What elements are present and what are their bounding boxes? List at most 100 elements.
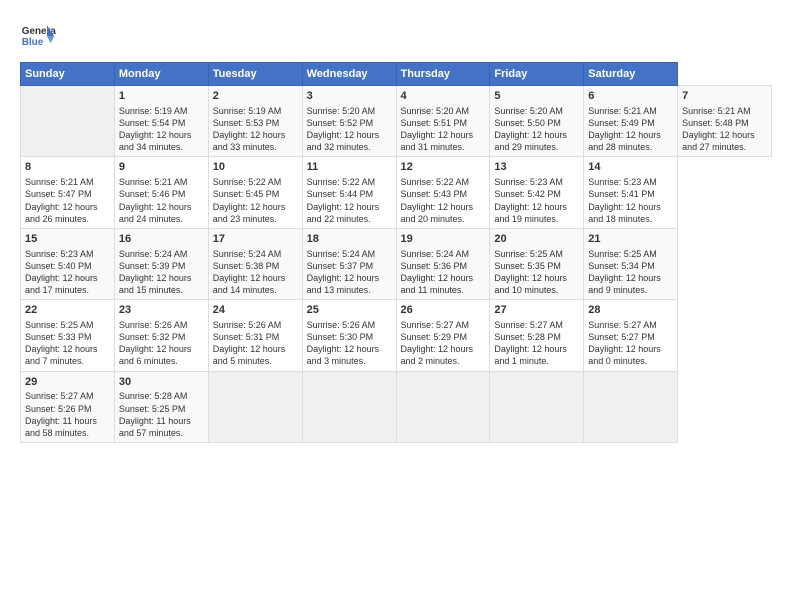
calendar-cell: 27Sunrise: 5:27 AMSunset: 5:28 PMDayligh… <box>490 300 584 371</box>
header-day-tuesday: Tuesday <box>208 63 302 86</box>
sunset: Sunset: 5:27 PM <box>588 332 655 342</box>
day-number: 1 <box>119 89 204 104</box>
sunset: Sunset: 5:25 PM <box>119 404 186 414</box>
sunset: Sunset: 5:46 PM <box>119 189 186 199</box>
daylight: Daylight: 11 hours and 58 minutes. <box>25 416 97 438</box>
daylight: Daylight: 12 hours and 7 minutes. <box>25 344 98 366</box>
header-day-sunday: Sunday <box>21 63 115 86</box>
day-number: 17 <box>213 232 298 247</box>
calendar-cell: 3Sunrise: 5:20 AMSunset: 5:52 PMDaylight… <box>302 86 396 157</box>
calendar-cell: 23Sunrise: 5:26 AMSunset: 5:32 PMDayligh… <box>114 300 208 371</box>
calendar-header-row: SundayMondayTuesdayWednesdayThursdayFrid… <box>21 63 772 86</box>
daylight: Daylight: 12 hours and 18 minutes. <box>588 202 661 224</box>
daylight: Daylight: 12 hours and 6 minutes. <box>119 344 192 366</box>
daylight: Daylight: 12 hours and 26 minutes. <box>25 202 98 224</box>
calendar-week-row: 15Sunrise: 5:23 AMSunset: 5:40 PMDayligh… <box>21 228 772 299</box>
sunrise: Sunrise: 5:24 AM <box>307 249 376 259</box>
calendar-cell <box>584 371 678 442</box>
calendar-cell: 14Sunrise: 5:23 AMSunset: 5:41 PMDayligh… <box>584 157 678 228</box>
daylight: Daylight: 12 hours and 20 minutes. <box>401 202 474 224</box>
calendar-week-row: 1 Sunrise: 5:19 AM Sunset: 5:54 PM Daylight… <box>21 86 772 157</box>
empty-cell <box>21 86 115 157</box>
daylight: Daylight: 12 hours and 31 minutes. <box>401 130 474 152</box>
sunset: Sunset: 5:33 PM <box>25 332 92 342</box>
calendar-cell: 5Sunrise: 5:20 AMSunset: 5:50 PMDaylight… <box>490 86 584 157</box>
calendar-cell: 15Sunrise: 5:23 AMSunset: 5:40 PMDayligh… <box>21 228 115 299</box>
day-number: 23 <box>119 303 204 318</box>
daylight: Daylight: 12 hours and 29 minutes. <box>494 130 567 152</box>
sunset: Sunset: 5:31 PM <box>213 332 280 342</box>
sunset: Sunset: 5:54 PM <box>119 118 186 128</box>
logo: General Blue <box>20 18 56 54</box>
sunset: Sunset: 5:44 PM <box>307 189 374 199</box>
day-number: 10 <box>213 160 298 175</box>
daylight: Daylight: 12 hours and 13 minutes. <box>307 273 380 295</box>
svg-text:Blue: Blue <box>22 37 44 48</box>
calendar-body: 1 Sunrise: 5:19 AM Sunset: 5:54 PM Daylight… <box>21 86 772 443</box>
sunset: Sunset: 5:43 PM <box>401 189 468 199</box>
day-number: 25 <box>307 303 392 318</box>
sunrise: Sunrise: 5:22 AM <box>401 177 470 187</box>
calendar-cell: 26Sunrise: 5:27 AMSunset: 5:29 PMDayligh… <box>396 300 490 371</box>
sunset: Sunset: 5:35 PM <box>494 261 561 271</box>
calendar-cell: 11Sunrise: 5:22 AMSunset: 5:44 PMDayligh… <box>302 157 396 228</box>
calendar-week-row: 22Sunrise: 5:25 AMSunset: 5:33 PMDayligh… <box>21 300 772 371</box>
daylight: Daylight: 12 hours and 32 minutes. <box>307 130 380 152</box>
header-day-wednesday: Wednesday <box>302 63 396 86</box>
header-day-monday: Monday <box>114 63 208 86</box>
daylight: Daylight: 12 hours and 34 minutes. <box>119 130 192 152</box>
calendar-cell: 4Sunrise: 5:20 AMSunset: 5:51 PMDaylight… <box>396 86 490 157</box>
sunset: Sunset: 5:40 PM <box>25 261 92 271</box>
sunset: Sunset: 5:30 PM <box>307 332 374 342</box>
sunrise: Sunrise: 5:23 AM <box>588 177 657 187</box>
calendar-cell: 6Sunrise: 5:21 AMSunset: 5:49 PMDaylight… <box>584 86 678 157</box>
day-number: 13 <box>494 160 579 175</box>
daylight: Daylight: 12 hours and 15 minutes. <box>119 273 192 295</box>
calendar-cell <box>208 371 302 442</box>
sunset: Sunset: 5:48 PM <box>682 118 749 128</box>
calendar-cell: 19Sunrise: 5:24 AMSunset: 5:36 PMDayligh… <box>396 228 490 299</box>
daylight: Daylight: 12 hours and 3 minutes. <box>307 344 380 366</box>
day-number: 27 <box>494 303 579 318</box>
day-number: 20 <box>494 232 579 247</box>
sunrise: Sunrise: 5:20 AM <box>307 106 376 116</box>
day-number: 16 <box>119 232 204 247</box>
calendar-cell: 21Sunrise: 5:25 AMSunset: 5:34 PMDayligh… <box>584 228 678 299</box>
sunrise: Sunrise: 5:24 AM <box>213 249 282 259</box>
daylight: Daylight: 12 hours and 27 minutes. <box>682 130 755 152</box>
daylight: Daylight: 12 hours and 28 minutes. <box>588 130 661 152</box>
daylight: Daylight: 12 hours and 10 minutes. <box>494 273 567 295</box>
daylight: Daylight: 12 hours and 0 minutes. <box>588 344 661 366</box>
calendar-cell: 17Sunrise: 5:24 AMSunset: 5:38 PMDayligh… <box>208 228 302 299</box>
day-number: 9 <box>119 160 204 175</box>
calendar-cell: 30Sunrise: 5:28 AMSunset: 5:25 PMDayligh… <box>114 371 208 442</box>
calendar-cell: 28Sunrise: 5:27 AMSunset: 5:27 PMDayligh… <box>584 300 678 371</box>
sunrise: Sunrise: 5:21 AM <box>682 106 751 116</box>
sunrise: Sunrise: 5:21 AM <box>588 106 657 116</box>
day-number: 2 <box>213 89 298 104</box>
calendar-cell: 18Sunrise: 5:24 AMSunset: 5:37 PMDayligh… <box>302 228 396 299</box>
daylight: Daylight: 12 hours and 1 minute. <box>494 344 567 366</box>
day-number: 24 <box>213 303 298 318</box>
sunrise: Sunrise: 5:27 AM <box>401 320 470 330</box>
daylight: Daylight: 11 hours and 57 minutes. <box>119 416 191 438</box>
sunset: Sunset: 5:37 PM <box>307 261 374 271</box>
daylight: Daylight: 12 hours and 14 minutes. <box>213 273 286 295</box>
sunrise: Sunrise: 5:25 AM <box>494 249 563 259</box>
day-number: 12 <box>401 160 486 175</box>
day-number: 26 <box>401 303 486 318</box>
calendar-table: SundayMondayTuesdayWednesdayThursdayFrid… <box>20 62 772 443</box>
calendar-cell: 2Sunrise: 5:19 AMSunset: 5:53 PMDaylight… <box>208 86 302 157</box>
daylight: Daylight: 12 hours and 33 minutes. <box>213 130 286 152</box>
calendar-cell: 16Sunrise: 5:24 AMSunset: 5:39 PMDayligh… <box>114 228 208 299</box>
day-number: 8 <box>25 160 110 175</box>
sunrise: Sunrise: 5:25 AM <box>588 249 657 259</box>
sunrise: Sunrise: 5:26 AM <box>307 320 376 330</box>
day-number: 21 <box>588 232 673 247</box>
calendar-cell: 13Sunrise: 5:23 AMSunset: 5:42 PMDayligh… <box>490 157 584 228</box>
sunrise: Sunrise: 5:22 AM <box>213 177 282 187</box>
sunrise: Sunrise: 5:27 AM <box>588 320 657 330</box>
sunrise: Sunrise: 5:19 AM <box>119 106 188 116</box>
calendar-cell: 12 Sunrise: 5:22 AM Sunset: 5:43 PM Dayligh… <box>396 157 490 228</box>
calendar-cell: 1 Sunrise: 5:19 AM Sunset: 5:54 PM Daylight… <box>114 86 208 157</box>
